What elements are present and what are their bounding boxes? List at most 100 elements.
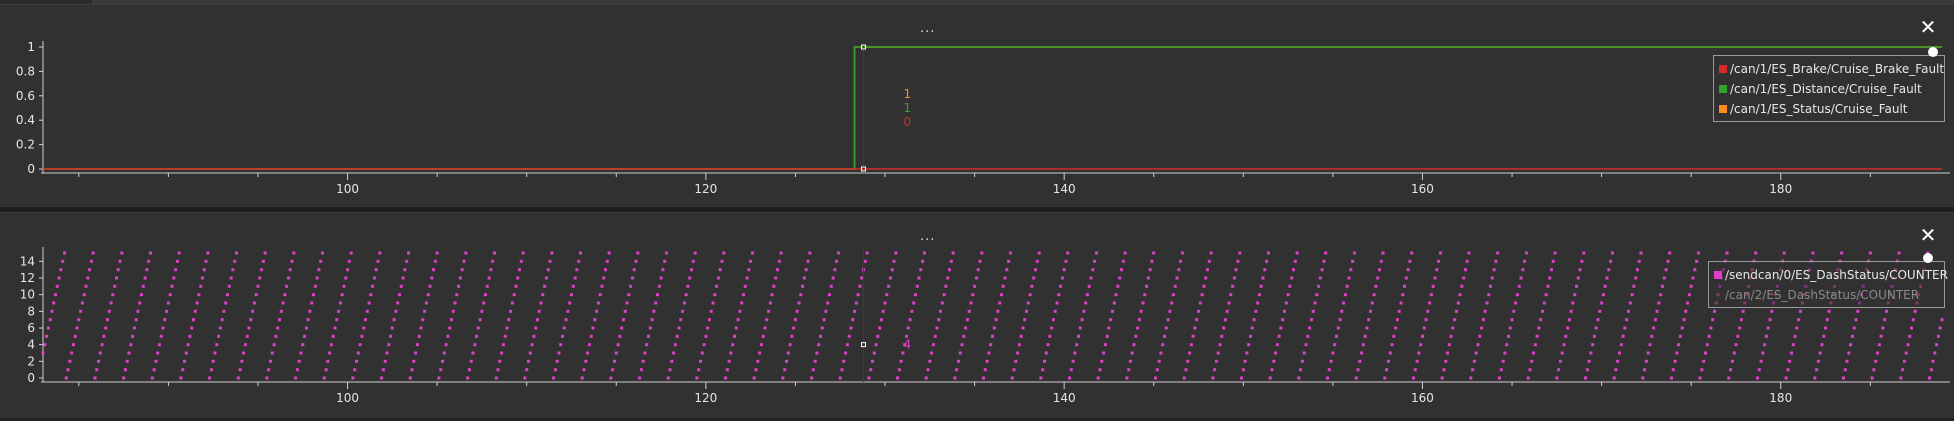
scatter-point (1616, 359, 1620, 363)
scatter-point (134, 318, 138, 322)
scatter-point (1068, 376, 1071, 380)
scatter-point (858, 284, 862, 288)
scatter-point (914, 293, 917, 297)
legend-swatch (1719, 85, 1727, 93)
scatter-point (243, 343, 247, 347)
scatter-point (1612, 376, 1616, 380)
close-panel-button[interactable]: ✕ (1917, 16, 1939, 38)
scatter-point (260, 268, 264, 272)
legend[interactable]: /can/1/ES_Brake/Cruise_Brake_Fault /can/… (1713, 55, 1945, 122)
scatter-point (892, 259, 896, 263)
legend[interactable]: /sendcan/0/ES_DashStatus/COUNTER /can/2/… (1708, 261, 1948, 308)
scatter-point (550, 251, 554, 255)
scatter-point (1424, 318, 1428, 322)
scatter-point (179, 376, 183, 380)
scatter-point (835, 259, 839, 263)
scatter-point (1940, 318, 1944, 322)
scatter-point (1082, 309, 1086, 313)
fault-line-chart[interactable]: 100 120 140 160 18010.80.60.40.20110 (0, 5, 1954, 208)
legend-item-status-fault[interactable]: /can/1/ES_Status/Cruise_Fault (1719, 99, 1939, 119)
scatter-point (1897, 251, 1901, 255)
scatter-point (1820, 343, 1824, 347)
scatter-point (1257, 293, 1261, 297)
scatter-point (412, 359, 416, 363)
scatter-point (193, 309, 197, 313)
scatter-point (707, 318, 711, 322)
legend-item-distance-fault[interactable]: /can/1/ES_Distance/Cruise_Fault (1719, 79, 1939, 99)
scatter-point (1741, 309, 1745, 313)
scatter-point (208, 376, 212, 380)
scatter-point (1689, 284, 1693, 288)
scatter-point (66, 368, 70, 372)
legend-drag-handle[interactable] (1923, 253, 1933, 263)
scatter-point (1729, 368, 1733, 372)
scatter-point (1849, 343, 1853, 347)
scatter-point (500, 351, 504, 355)
scatter-point (303, 334, 307, 338)
scatter-point (1619, 343, 1623, 347)
scatter-point (1603, 284, 1607, 288)
scatter-point (1684, 309, 1688, 313)
legend-item-brake-fault[interactable]: /can/1/ES_Brake/Cruise_Brake_Fault (1719, 59, 1944, 79)
scatter-point (978, 259, 982, 263)
scatter-point (792, 326, 796, 330)
scatter-point (1292, 268, 1295, 272)
scatter-point (399, 284, 403, 288)
legend-item-can2-counter[interactable]: /can/2/ES_DashStatus/COUNTER (1714, 285, 1939, 305)
scatter-point (389, 334, 393, 338)
panel-menu-button[interactable]: ... (920, 229, 935, 244)
scatter-point (147, 259, 151, 263)
scatter-point (1071, 359, 1075, 363)
scatter-point (93, 376, 97, 380)
scatter-point (1250, 326, 1254, 330)
panel-menu-button[interactable]: ... (920, 21, 935, 36)
scatter-point (1336, 326, 1340, 330)
scatter-point (1128, 359, 1132, 363)
scatter-point (1048, 334, 1052, 338)
scatter-point (367, 301, 371, 305)
scatter-point (1908, 334, 1912, 338)
scatter-point (1643, 368, 1647, 372)
counter-scatter-chart[interactable]: 100 120 140 160 180 14 12 10 8 6 4 2 0 4 (0, 213, 1954, 418)
scatter-point (1354, 376, 1358, 380)
y-tick-label: 0.2 (16, 138, 35, 152)
scatter-point (844, 351, 848, 355)
scatter-point (111, 293, 115, 297)
y-tick-label: 0 (27, 162, 35, 176)
scatter-point (240, 359, 244, 363)
scatter-point (679, 318, 683, 322)
scatter-point (1813, 376, 1817, 380)
scatter-point (706, 326, 710, 330)
scatter-point (52, 301, 56, 305)
close-panel-button[interactable]: ✕ (1917, 224, 1939, 246)
scatter-point (75, 326, 79, 330)
scatter-point (1207, 259, 1211, 263)
scatter-point (1326, 376, 1329, 380)
scatter-point (656, 293, 659, 297)
scatter-point (939, 309, 942, 313)
scatter-point (1591, 343, 1595, 347)
scatter-point (473, 343, 477, 347)
scatter-point (294, 376, 298, 380)
scatter-point (937, 318, 941, 322)
scatter-point (152, 368, 156, 372)
scatter-point (974, 276, 978, 280)
legend-item-sendcan-counter[interactable]: /sendcan/0/ES_DashStatus/COUNTER (1714, 265, 1948, 285)
scatter-point (1928, 376, 1931, 380)
scatter-point (283, 293, 287, 297)
scatter-point (441, 359, 444, 363)
legend-drag-handle[interactable] (1928, 47, 1938, 57)
scatter-point (127, 351, 131, 355)
scatter-point (930, 351, 934, 355)
scatter-point (973, 284, 977, 288)
scatter-point (575, 268, 579, 272)
scatter-point (222, 309, 226, 313)
scatter-point (801, 284, 805, 288)
scatter-point (1214, 359, 1218, 363)
scatter-point (1392, 334, 1396, 338)
scatter-point (1241, 368, 1245, 372)
scatter-point (1732, 351, 1736, 355)
scatter-point (577, 259, 581, 263)
scatter-point (763, 326, 767, 330)
scatter-point (1797, 318, 1801, 322)
